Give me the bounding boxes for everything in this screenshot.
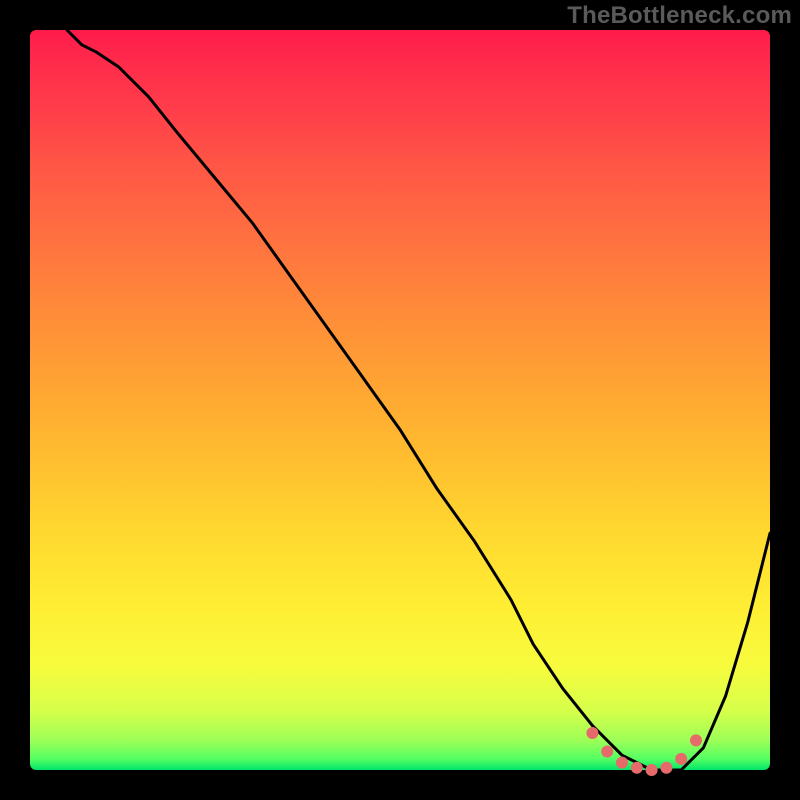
highlight-dot [616,757,628,769]
highlight-dot [631,762,643,774]
highlight-dot [586,727,598,739]
highlight-dot [690,734,702,746]
highlight-dot [660,762,672,774]
optimal-zone-markers [30,30,770,770]
highlight-dot [675,753,687,765]
highlight-dot [601,746,613,758]
highlight-dot [646,764,658,776]
plot-area [30,30,770,770]
chart-stage: TheBottleneck.com [0,0,800,800]
watermark-text: TheBottleneck.com [567,2,792,30]
